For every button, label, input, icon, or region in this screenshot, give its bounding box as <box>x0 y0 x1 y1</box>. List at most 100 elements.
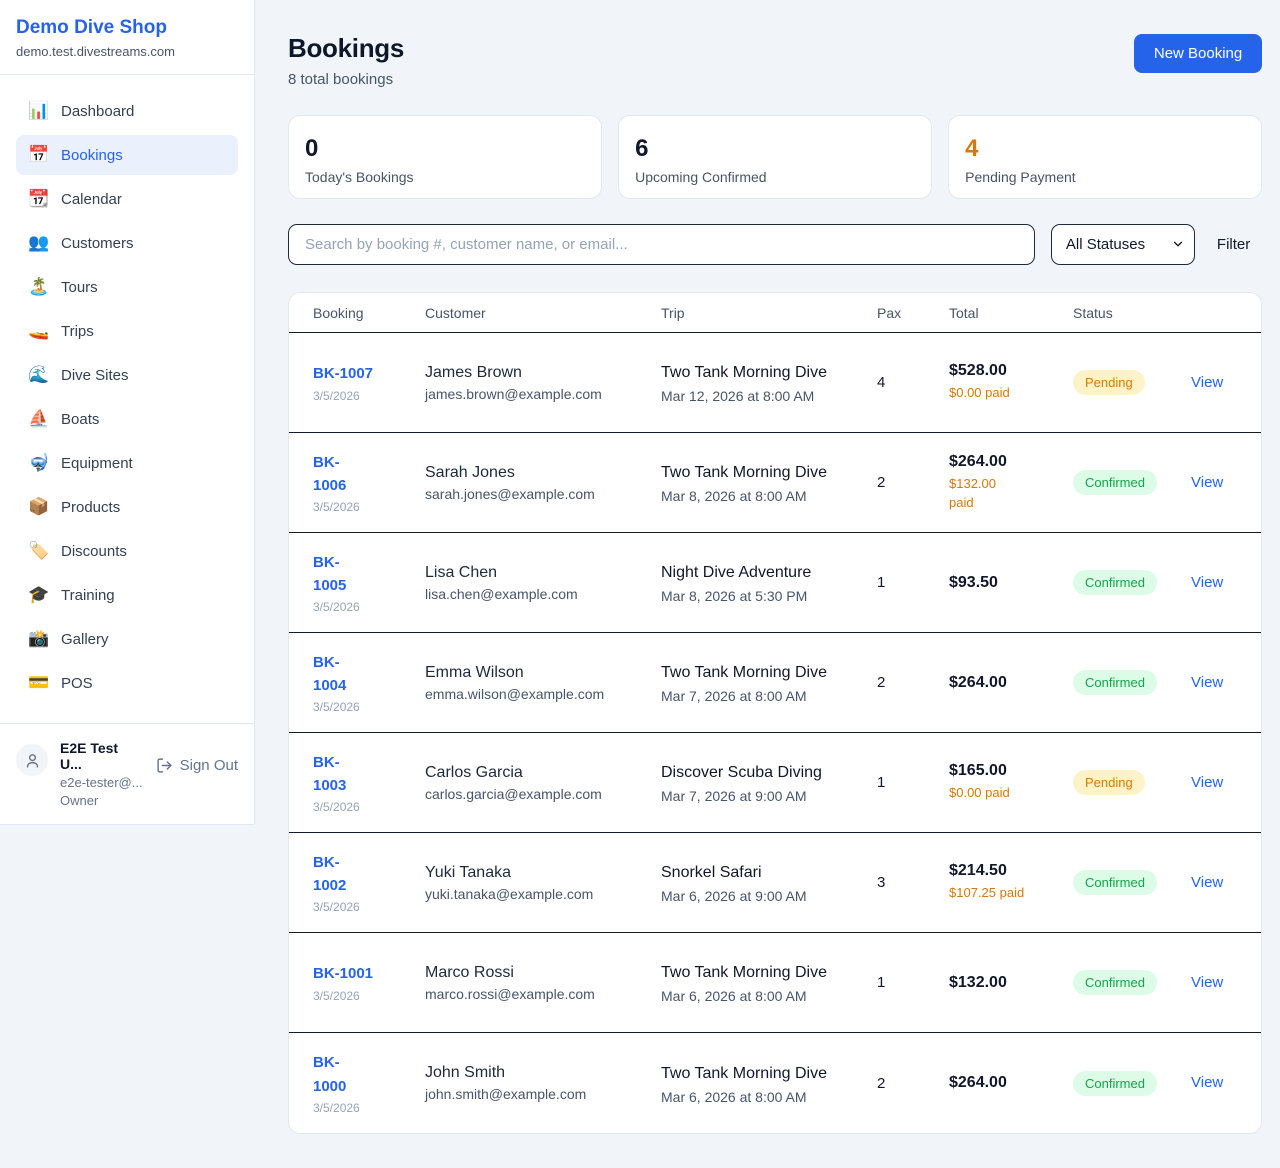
user-icon <box>24 752 41 769</box>
customer-email: carlos.garcia@example.com <box>425 786 647 802</box>
customer-email: yuki.tanaka@example.com <box>425 886 647 902</box>
sidebar-item-tours[interactable]: 🏝️ Tours <box>16 267 238 307</box>
status-cell: Confirmed <box>1073 870 1191 895</box>
sidebar-item-dive-sites[interactable]: 🌊 Dive Sites <box>16 355 238 395</box>
status-cell: Pending <box>1073 370 1191 395</box>
view-link[interactable]: View <box>1191 374 1223 391</box>
trip-cell: Two Tank Morning Dive Mar 6, 2026 at 8:0… <box>661 1062 877 1105</box>
trip-datetime: Mar 7, 2026 at 8:00 AM <box>661 688 863 704</box>
table-body: BK-1007 3/5/2026 James Brown james.brown… <box>289 333 1261 1133</box>
bookings-table: Booking Customer Trip Pax Total Status B… <box>288 292 1262 1134</box>
trip-name: Two Tank Morning Dive <box>661 961 863 985</box>
booking-date: 3/5/2026 <box>313 900 411 914</box>
booking-cell: BK-1003 3/5/2026 <box>313 751 425 815</box>
total-cell: $93.50 <box>949 574 1073 592</box>
view-link[interactable]: View <box>1191 974 1223 991</box>
booking-id-link[interactable]: BK-1007 <box>313 362 373 385</box>
paid-amount: $107.25 paid <box>949 884 1024 902</box>
user-name: E2E Test U... <box>60 740 144 772</box>
booking-cell: BK-1004 3/5/2026 <box>313 651 425 715</box>
sidebar-item-label: Products <box>61 499 120 516</box>
sidebar-item-label: Training <box>61 587 115 604</box>
status-badge: Confirmed <box>1073 870 1157 895</box>
booking-id-link[interactable]: BK-1003 <box>313 751 357 798</box>
trip-cell: Discover Scuba Diving Mar 7, 2026 at 9:0… <box>661 761 877 804</box>
sidebar-item-dashboard[interactable]: 📊 Dashboard <box>16 91 238 131</box>
trip-name: Two Tank Morning Dive <box>661 661 863 685</box>
sidebar-item-products[interactable]: 📦 Products <box>16 487 238 527</box>
total-amount: $132.00 <box>949 974 1059 992</box>
status-select[interactable]: All Statuses <box>1051 224 1195 265</box>
actions-cell: View <box>1191 374 1237 392</box>
status-badge: Confirmed <box>1073 670 1157 695</box>
filter-button[interactable]: Filter <box>1211 236 1262 253</box>
booking-date: 3/5/2026 <box>313 989 411 1003</box>
view-link[interactable]: View <box>1191 874 1223 891</box>
status-badge: Confirmed <box>1073 1071 1157 1096</box>
pax-count: 1 <box>877 574 949 591</box>
trip-cell: Two Tank Morning Dive Mar 6, 2026 at 8:0… <box>661 961 877 1004</box>
booking-id-link[interactable]: BK-1000 <box>313 1051 357 1098</box>
paid-amount: $0.00 paid <box>949 384 1010 402</box>
booking-id-link[interactable]: BK-1002 <box>313 851 357 898</box>
total-amount: $264.00 <box>949 453 1059 471</box>
trip-name: Night Dive Adventure <box>661 561 863 585</box>
pax-count: 4 <box>877 374 949 391</box>
filter-row: All Statuses Filter <box>288 224 1262 265</box>
camera-icon: 📸 <box>28 629 48 649</box>
actions-cell: View <box>1191 974 1237 992</box>
stat-card-todays-bookings: 0 Today's Bookings <box>288 115 602 199</box>
shop-name: Demo Dive Shop <box>16 17 238 39</box>
stat-label: Pending Payment <box>965 169 1245 185</box>
customer-cell: James Brown james.brown@example.com <box>425 364 661 402</box>
status-select-wrap: All Statuses <box>1051 224 1195 265</box>
view-link[interactable]: View <box>1191 774 1223 791</box>
total-cell: $264.00 <box>949 1074 1073 1092</box>
sign-out-button[interactable]: Sign Out <box>156 757 238 774</box>
sign-out-label: Sign Out <box>180 757 238 774</box>
sidebar-item-boats[interactable]: ⛵ Boats <box>16 399 238 439</box>
sidebar-item-calendar[interactable]: 📆 Calendar <box>16 179 238 219</box>
total-amount: $214.50 <box>949 862 1059 880</box>
sidebar-item-training[interactable]: 🎓 Training <box>16 575 238 615</box>
new-booking-button[interactable]: New Booking <box>1134 34 1262 73</box>
trip-cell: Two Tank Morning Dive Mar 12, 2026 at 8:… <box>661 361 877 404</box>
sidebar-item-trips[interactable]: 🚤 Trips <box>16 311 238 351</box>
total-cell: $264.00 <box>949 674 1073 692</box>
stat-card-upcoming-confirmed: 6 Upcoming Confirmed <box>618 115 932 199</box>
main-content: Bookings 8 total bookings New Booking 0 … <box>255 0 1280 1168</box>
customer-name: Yuki Tanaka <box>425 864 647 882</box>
booking-date: 3/5/2026 <box>313 1101 411 1115</box>
sidebar-item-discounts[interactable]: 🏷️ Discounts <box>16 531 238 571</box>
table-row: BK-1007 3/5/2026 James Brown james.brown… <box>289 333 1261 433</box>
view-link[interactable]: View <box>1191 474 1223 491</box>
customer-email: lisa.chen@example.com <box>425 586 647 602</box>
booking-cell: BK-1005 3/5/2026 <box>313 551 425 615</box>
booking-id-link[interactable]: BK-1001 <box>313 962 373 985</box>
stat-value: 6 <box>635 135 915 163</box>
sidebar-item-label: Dashboard <box>61 103 134 120</box>
sidebar-nav: 📊 Dashboard 📅 Bookings 📆 Calendar 👥 Cust… <box>0 75 254 717</box>
booking-id-link[interactable]: BK-1006 <box>313 451 357 498</box>
view-link[interactable]: View <box>1191 1074 1223 1091</box>
app-root: Demo Dive Shop demo.test.divestreams.com… <box>0 0 1280 1168</box>
page-subtitle: 8 total bookings <box>288 71 404 88</box>
booking-id-link[interactable]: BK-1005 <box>313 551 357 598</box>
booking-date: 3/5/2026 <box>313 600 411 614</box>
customer-name: Sarah Jones <box>425 464 647 482</box>
search-input[interactable] <box>288 224 1035 265</box>
sidebar-item-label: Tours <box>61 279 98 296</box>
view-link[interactable]: View <box>1191 574 1223 591</box>
trip-datetime: Mar 7, 2026 at 9:00 AM <box>661 788 863 804</box>
sidebar-item-customers[interactable]: 👥 Customers <box>16 223 238 263</box>
booking-id-link[interactable]: BK-1004 <box>313 651 357 698</box>
sidebar-item-gallery[interactable]: 📸 Gallery <box>16 619 238 659</box>
table-row: BK-1006 3/5/2026 Sarah Jones sarah.jones… <box>289 433 1261 533</box>
view-link[interactable]: View <box>1191 674 1223 691</box>
sidebar-item-bookings[interactable]: 📅 Bookings <box>16 135 238 175</box>
sidebar-item-pos[interactable]: 💳 POS <box>16 663 238 703</box>
sidebar-item-label: Customers <box>61 235 134 252</box>
stat-card-pending-payment: 4 Pending Payment <box>948 115 1262 199</box>
sidebar-item-equipment[interactable]: 🤿 Equipment <box>16 443 238 483</box>
booking-date: 3/5/2026 <box>313 500 411 514</box>
